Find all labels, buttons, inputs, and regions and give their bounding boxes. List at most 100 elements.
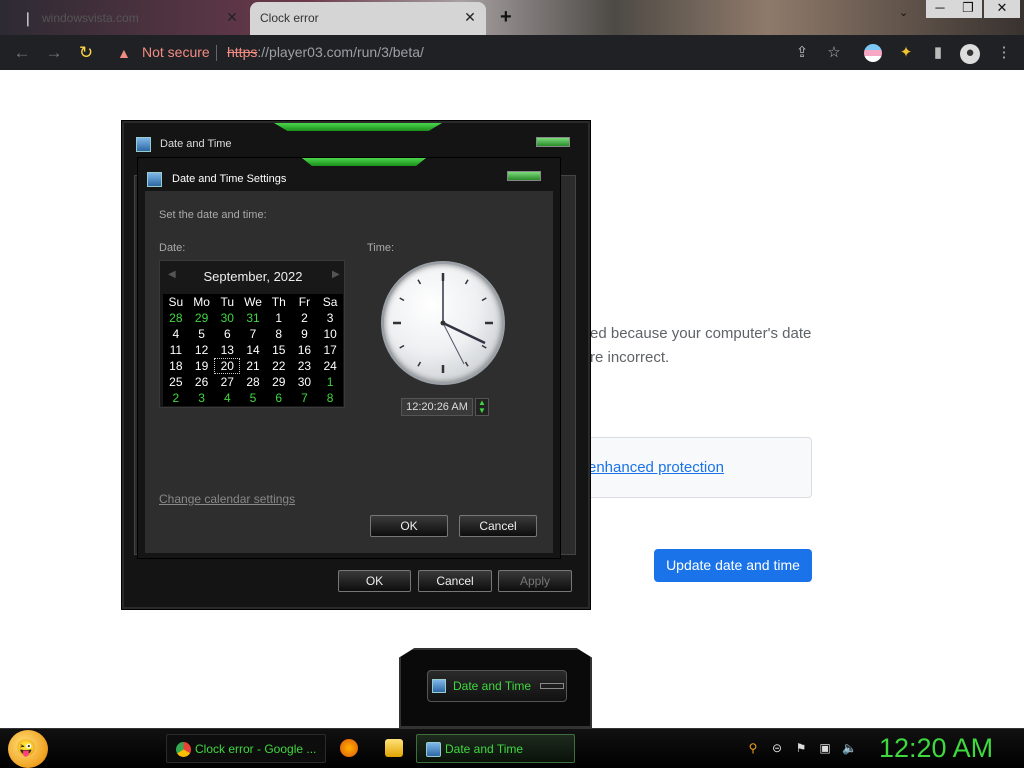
- apply-button[interactable]: Apply: [498, 570, 572, 592]
- calendar-day[interactable]: 1: [317, 374, 343, 390]
- calendar-day[interactable]: 30: [214, 310, 240, 326]
- calendar-day[interactable]: 29: [189, 310, 215, 326]
- calendar-day[interactable]: 4: [163, 326, 189, 342]
- warning-icon[interactable]: ▲: [117, 45, 131, 61]
- calendar-day[interactable]: 28: [240, 374, 266, 390]
- calendar-day[interactable]: 23: [292, 358, 318, 374]
- calendar-day[interactable]: 13: [214, 342, 240, 358]
- calendar-day[interactable]: 21: [240, 358, 266, 374]
- maximize-button[interactable]: ❐: [954, 0, 982, 18]
- taskbar-clock[interactable]: 12:20 AM: [879, 733, 993, 764]
- file-explorer-icon[interactable]: [385, 739, 403, 757]
- calendar-day[interactable]: 18: [163, 358, 189, 374]
- calendar-day[interactable]: 8: [317, 390, 343, 406]
- calendar-day[interactable]: 7: [292, 390, 318, 406]
- window-close-button[interactable]: [536, 137, 570, 147]
- time-input[interactable]: 12:20:26 AM: [401, 398, 473, 416]
- search-icon[interactable]: ⚲: [746, 741, 760, 755]
- clock-tick: [399, 344, 405, 349]
- calendar-day[interactable]: 4: [214, 390, 240, 406]
- tray-message-icon[interactable]: ⊝: [770, 741, 784, 755]
- next-month-icon[interactable]: ▶: [332, 269, 340, 280]
- calendar-day[interactable]: 3: [189, 390, 215, 406]
- weekday-header: We: [244, 295, 262, 309]
- calendar-day[interactable]: 26: [189, 374, 215, 390]
- start-button[interactable]: 😜: [8, 730, 48, 768]
- extensions-puzzle-icon[interactable]: ✦: [897, 44, 915, 62]
- tab-clock-error[interactable]: Clock error ✕: [250, 2, 486, 35]
- side-panel-icon[interactable]: ▮: [929, 44, 947, 62]
- taskbar-item-date-time[interactable]: Date and Time: [416, 734, 575, 763]
- spin-down-icon[interactable]: ▼: [476, 407, 488, 415]
- calendar-day-selected[interactable]: 20: [214, 358, 241, 374]
- calendar-day[interactable]: 10: [317, 326, 343, 342]
- enhanced-protection-link[interactable]: enhanced protection: [588, 459, 724, 476]
- calendar-day[interactable]: 11: [163, 342, 189, 358]
- calendar-day[interactable]: 2: [292, 310, 318, 326]
- dialog-close-button[interactable]: [507, 171, 541, 181]
- network-icon[interactable]: ▣: [818, 741, 832, 755]
- ok-button[interactable]: OK: [338, 570, 411, 592]
- calendar-day[interactable]: 24: [317, 358, 343, 374]
- firefox-icon[interactable]: [340, 739, 358, 757]
- task-label: Clock error - Google ...: [195, 742, 317, 756]
- calendar-day[interactable]: 3: [317, 310, 343, 326]
- calendar-day[interactable]: 9: [292, 326, 318, 342]
- calendar-day[interactable]: 8: [266, 326, 292, 342]
- account-avatar-icon[interactable]: ●: [960, 44, 980, 64]
- preview-title: Date and Time: [453, 679, 532, 693]
- cancel-button[interactable]: Cancel: [459, 515, 537, 537]
- calendar-day[interactable]: 14: [240, 342, 266, 358]
- calendar-day[interactable]: 22: [266, 358, 292, 374]
- not-secure-label[interactable]: Not secure: [142, 44, 210, 60]
- calendar-day[interactable]: 1: [266, 310, 292, 326]
- change-calendar-settings-link[interactable]: Change calendar settings: [159, 492, 295, 506]
- ok-button[interactable]: OK: [370, 515, 448, 537]
- calendar-day[interactable]: 12: [189, 342, 215, 358]
- calendar-day[interactable]: 16: [292, 342, 318, 358]
- forward-arrow-icon[interactable]: →: [44, 43, 64, 63]
- calendar-day[interactable]: 7: [240, 326, 266, 342]
- profile-flag-icon[interactable]: [864, 44, 882, 62]
- close-icon[interactable]: ✕: [462, 9, 478, 25]
- calendar-day[interactable]: 31: [240, 310, 266, 326]
- minimize-button[interactable]: ─: [926, 0, 954, 18]
- calendar-day[interactable]: 28: [163, 310, 189, 326]
- calendar-day[interactable]: 17: [317, 342, 343, 358]
- reload-icon[interactable]: ↻: [76, 43, 96, 63]
- calendar-day[interactable]: 5: [189, 326, 215, 342]
- cancel-button[interactable]: Cancel: [418, 570, 492, 592]
- calendar-day[interactable]: 6: [266, 390, 292, 406]
- calendar-day[interactable]: 2: [163, 390, 189, 406]
- tab-windowsvista[interactable]: ❘ windowsvista.com ✕: [0, 2, 250, 35]
- calendar-day[interactable]: 6: [214, 326, 240, 342]
- tab-favicon-icon: ❘: [22, 10, 34, 26]
- window-close-button[interactable]: ✕: [984, 0, 1020, 18]
- time-spinner[interactable]: ▲ ▼: [475, 398, 489, 416]
- back-arrow-icon[interactable]: ←: [12, 43, 32, 63]
- calendar-day[interactable]: 15: [266, 342, 292, 358]
- calendar-grid: Su Mo Tu We Th Fr Sa 28 29 30 31 1 2 3 4 5 6 7 8 9 10 11 12 13…: [163, 294, 343, 406]
- taskbar-preview[interactable]: Date and Time: [399, 648, 592, 728]
- calendar-month-year[interactable]: September, 2022: [160, 269, 346, 284]
- volume-icon[interactable]: 🔈: [842, 741, 857, 755]
- tray-flag-icon[interactable]: ⚑: [794, 741, 808, 755]
- calendar-day[interactable]: 5: [240, 390, 266, 406]
- close-icon[interactable]: ✕: [224, 9, 240, 25]
- calendar-day[interactable]: 30: [292, 374, 318, 390]
- browser-toolbar: ← → ↻ ▲ Not secure https://player03.com/…: [0, 35, 1024, 70]
- calendar-day[interactable]: 25: [163, 374, 189, 390]
- taskbar-item-chrome[interactable]: Clock error - Google ...: [166, 734, 326, 763]
- tab-search-icon[interactable]: ⌄: [899, 6, 908, 19]
- new-tab-button[interactable]: +: [500, 6, 512, 29]
- update-date-time-button[interactable]: Update date and time: [654, 549, 812, 582]
- date-time-app-icon: [136, 137, 151, 152]
- calendar-day[interactable]: 29: [266, 374, 292, 390]
- menu-kebab-icon[interactable]: ⋮: [995, 44, 1013, 62]
- address-bar[interactable]: https://player03.com/run/3/beta/: [227, 44, 424, 60]
- share-icon[interactable]: ⇪: [793, 44, 811, 62]
- preview-close-icon[interactable]: [540, 683, 564, 689]
- calendar-day[interactable]: 27: [214, 374, 240, 390]
- calendar-day[interactable]: 19: [189, 358, 215, 374]
- bookmark-star-icon[interactable]: ☆: [825, 44, 843, 62]
